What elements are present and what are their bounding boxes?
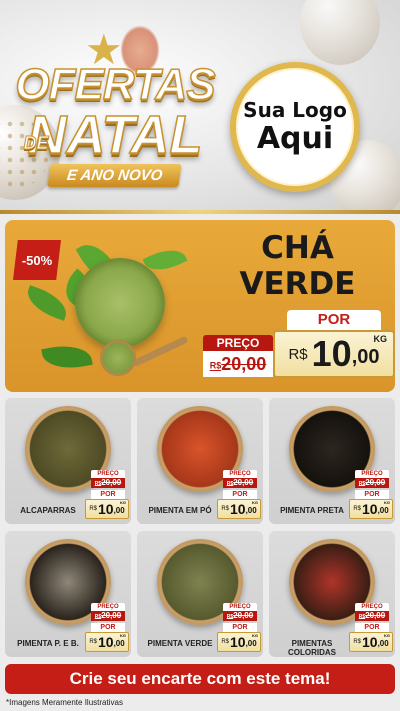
- new-price: R$ 10,00 KG: [349, 632, 393, 652]
- old-price-value: 20,00: [365, 611, 386, 620]
- new-currency: R$: [353, 506, 361, 512]
- new-price-integer: 10: [229, 634, 246, 650]
- new-price-integer: 10: [361, 501, 378, 517]
- new-currency: R$: [353, 639, 361, 645]
- disclaimer-text: *Imagens Meramente Ilustrativas: [6, 698, 123, 707]
- old-price-value: 20,00: [101, 478, 122, 487]
- unit-label: KG: [120, 633, 126, 638]
- product-card[interactable]: ALCAPARRAS PREÇO R$20,00 POR R$ 10,00 KG: [5, 398, 131, 524]
- new-currency: R$: [221, 506, 229, 512]
- new-price: R$ 10,00 KG: [217, 499, 261, 519]
- logo-line-1: Sua Logo: [243, 98, 347, 122]
- new-price-decimal: ,00: [351, 346, 380, 368]
- new-price-integer: 10: [97, 501, 114, 517]
- old-currency: R$: [209, 360, 222, 371]
- product-card[interactable]: PIMENTA EM PÓ PREÇO R$20,00 POR R$ 10,00 KG: [137, 398, 263, 524]
- unit-label: KG: [384, 500, 390, 505]
- new-price: R$ 10 ,00 KG: [273, 330, 395, 378]
- new-currency: R$: [288, 345, 308, 363]
- create-flyer-button[interactable]: Crie seu encarte com este tema!: [5, 664, 395, 694]
- preco-label: PREÇO: [223, 603, 257, 611]
- product-image: [75, 258, 165, 348]
- tea-leaf-image: [22, 285, 72, 321]
- unit-label: KG: [384, 633, 390, 638]
- old-price: R$20,00: [355, 478, 389, 488]
- unit-label: KG: [252, 500, 258, 505]
- old-price-value: 20,00: [233, 478, 254, 487]
- product-name: PIMENTAS COLORIDAS: [288, 639, 336, 657]
- preco-label: PREÇO: [91, 470, 125, 478]
- new-price-decimal: ,00: [377, 506, 389, 515]
- por-label: POR: [287, 310, 381, 330]
- new-price: R$ 10,00 KG: [217, 632, 261, 652]
- unit-label: KG: [252, 633, 258, 638]
- divider: [0, 210, 400, 214]
- product-name: PIMENTA VERDE: [147, 639, 213, 648]
- header-banner: ★ OFERTAS DE NATAL E ANO NOVO Sua Logo A…: [0, 0, 400, 212]
- por-label: POR: [355, 623, 389, 632]
- product-name: PIMENTA PRETA: [280, 506, 344, 515]
- old-price: R$20,00: [203, 351, 273, 377]
- por-label: POR: [91, 490, 125, 499]
- preco-label: PREÇO: [223, 470, 257, 478]
- title-de: DE: [23, 133, 49, 154]
- new-price: R$ 10,00 KG: [85, 499, 129, 519]
- old-price: R$20,00: [223, 611, 257, 621]
- new-price-integer: 10: [97, 634, 114, 650]
- new-currency: R$: [89, 506, 97, 512]
- old-price-value: 20,00: [365, 478, 386, 487]
- tea-leaf-image: [41, 341, 93, 373]
- product-card[interactable]: PIMENTAS COLORIDAS PREÇO R$20,00 POR R$ 10,00…: [269, 531, 395, 657]
- logo-line-2: Aqui: [256, 121, 334, 156]
- old-price: R$20,00: [223, 478, 257, 488]
- preco-label: PREÇO: [91, 603, 125, 611]
- title-line-1: OFERTAS: [15, 59, 217, 110]
- new-price-integer: 10: [311, 333, 352, 374]
- old-price: R$20,00: [91, 478, 125, 488]
- new-price-decimal: ,00: [113, 506, 125, 515]
- product-card[interactable]: PIMENTA P. E B. PREÇO R$20,00 POR R$ 10,00 KG: [5, 531, 131, 657]
- product-name: PIMENTA P. E B.: [17, 639, 79, 648]
- product-name: ALCAPARRAS: [20, 506, 76, 515]
- product-name: PIMENTA EM PÓ: [148, 506, 212, 515]
- old-price: R$20,00: [355, 611, 389, 621]
- product-card[interactable]: PIMENTA PRETA PREÇO R$20,00 POR R$ 10,00 KG: [269, 398, 395, 524]
- featured-product-name: CHÁ VERDE: [239, 230, 356, 302]
- spoon-image: [100, 340, 136, 376]
- promo-title: OFERTAS DE NATAL E ANO NOVO: [10, 59, 220, 187]
- logo-placeholder[interactable]: Sua Logo Aqui: [230, 62, 360, 192]
- title-natal: NATAL: [27, 105, 203, 165]
- unit-label: KG: [120, 500, 126, 505]
- featured-product[interactable]: -50% CHÁ VERDE PREÇO R$20,00 POR R$ 10 ,…: [5, 220, 395, 392]
- new-price-decimal: ,00: [113, 639, 125, 648]
- new-currency: R$: [89, 639, 97, 645]
- old-price-value: 20,00: [233, 611, 254, 620]
- discount-badge: -50%: [13, 240, 61, 280]
- title-line-2: DE NATAL: [23, 107, 203, 163]
- por-label: POR: [223, 623, 257, 632]
- por-label: POR: [91, 623, 125, 632]
- new-price-integer: 10: [361, 634, 378, 650]
- new-price-decimal: ,00: [377, 639, 389, 648]
- new-price-decimal: ,00: [245, 639, 257, 648]
- preco-label: PREÇO: [355, 470, 389, 478]
- preco-label: PREÇO: [355, 603, 389, 611]
- new-price-decimal: ,00: [245, 506, 257, 515]
- old-price: R$20,00: [91, 611, 125, 621]
- preco-label: PREÇO: [203, 335, 273, 351]
- new-currency: R$: [221, 639, 229, 645]
- title-ribbon: E ANO NOVO: [47, 164, 183, 187]
- new-price: R$ 10,00 KG: [349, 499, 393, 519]
- balloon-decoration: [300, 0, 380, 65]
- new-price-integer: 10: [229, 501, 246, 517]
- new-price: R$ 10,00 KG: [85, 632, 129, 652]
- product-card[interactable]: PIMENTA VERDE PREÇO R$20,00 POR R$ 10,00 KG: [137, 531, 263, 657]
- por-label: POR: [355, 490, 389, 499]
- old-price-value: 20,00: [221, 354, 267, 374]
- por-label: POR: [223, 490, 257, 499]
- old-price-value: 20,00: [101, 611, 122, 620]
- unit-label: KG: [373, 334, 388, 344]
